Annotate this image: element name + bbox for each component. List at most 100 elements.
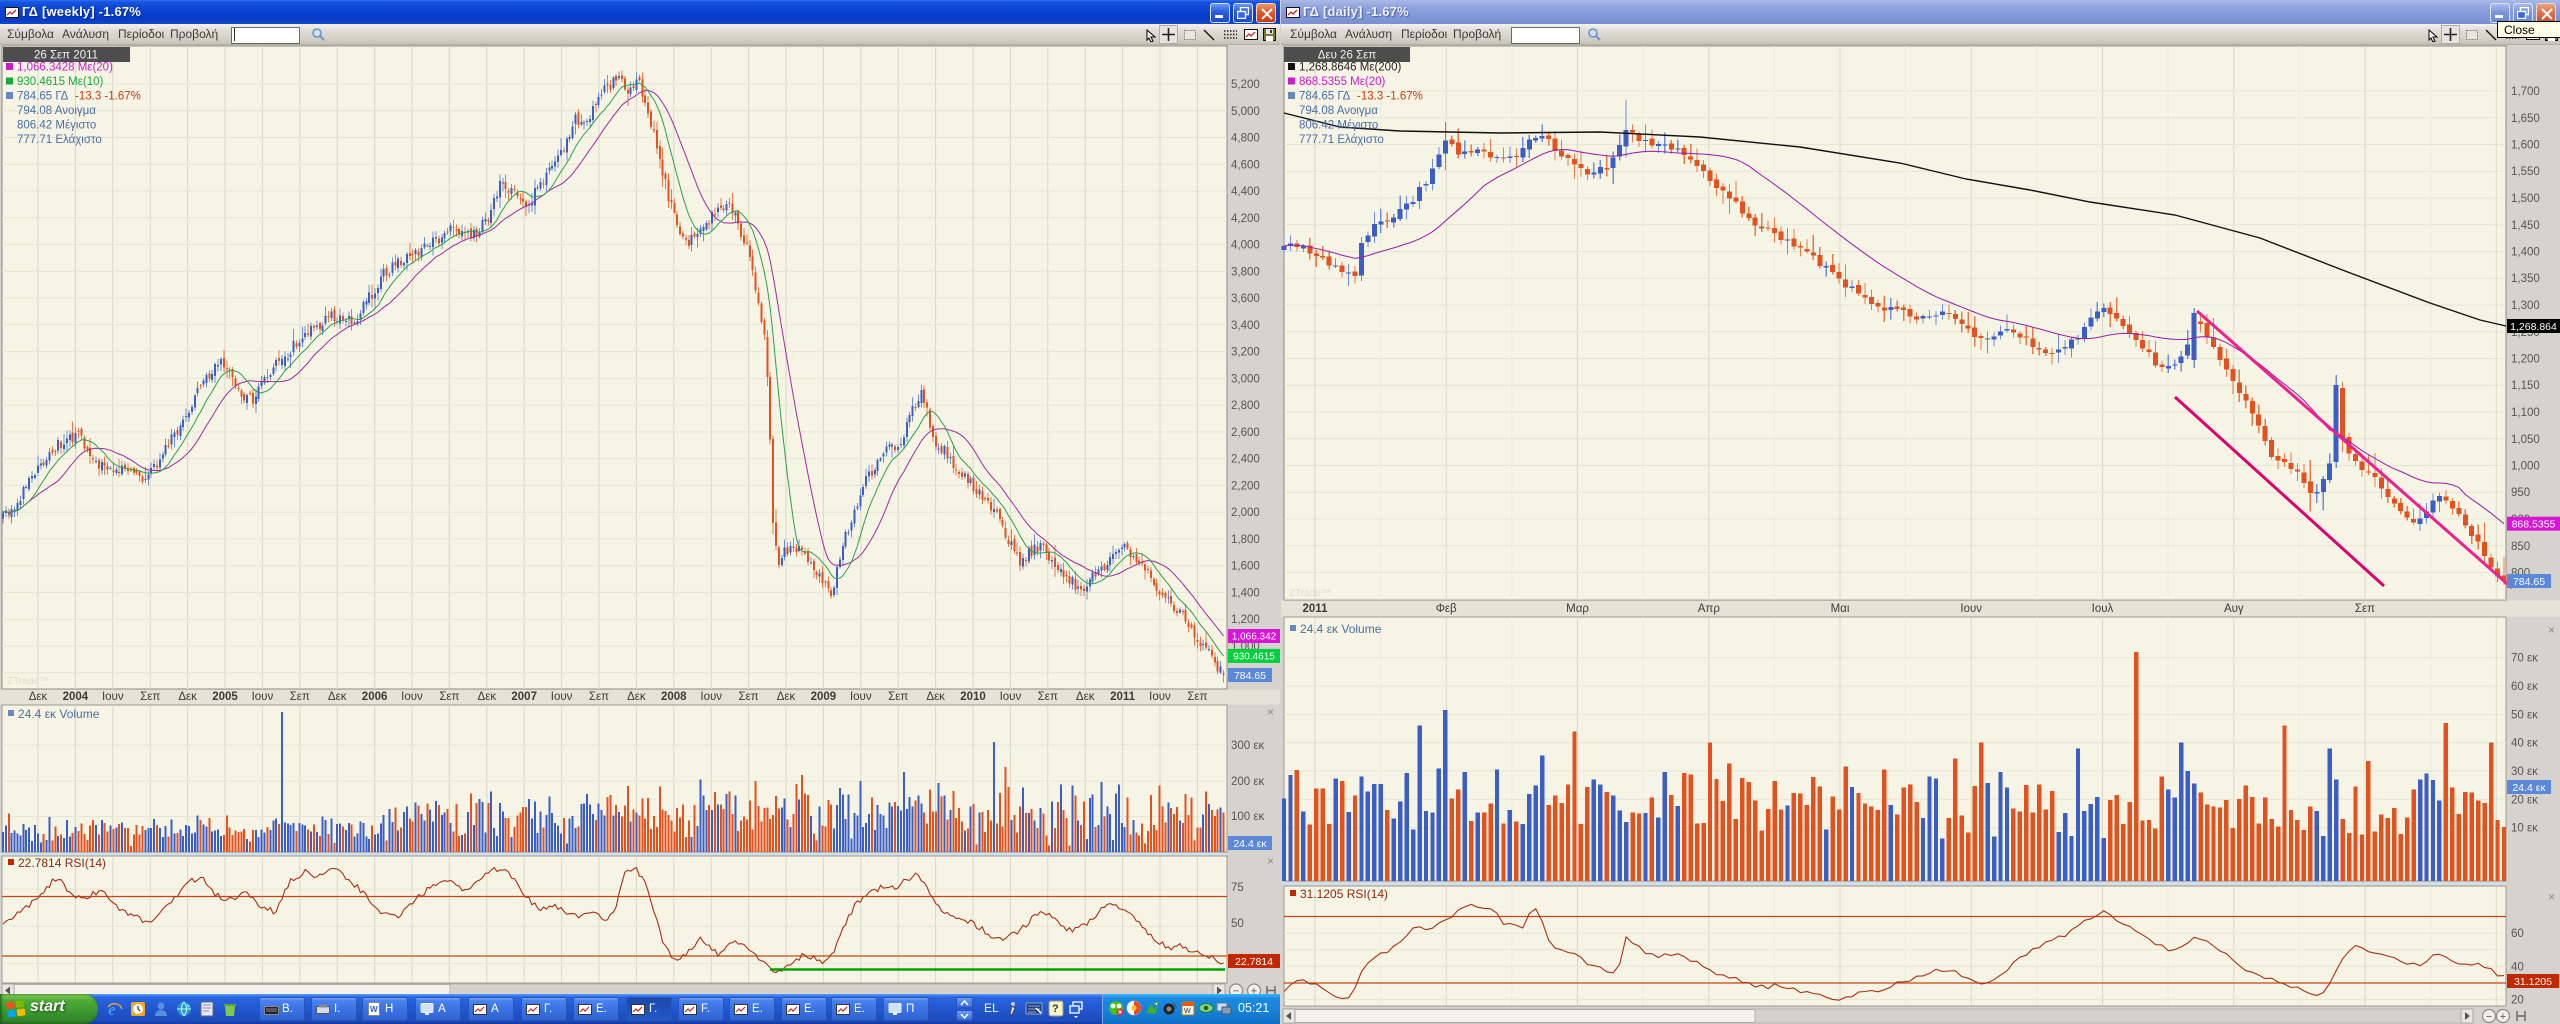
svg-text:Δεκ: Δεκ — [328, 691, 347, 703]
svg-text:Ιουν: Ιουν — [850, 691, 872, 703]
svg-text:30 εκ: 30 εκ — [2511, 766, 2538, 778]
svg-text:3,200: 3,200 — [1231, 347, 1260, 359]
svg-text:950: 950 — [2511, 487, 2530, 499]
svg-text:930.4615 Με(10): 930.4615 Με(10) — [17, 76, 103, 88]
svg-text:+: + — [2500, 1011, 2506, 1023]
svg-text:300 εκ: 300 εκ — [1231, 740, 1265, 752]
svg-text:1,600: 1,600 — [2511, 140, 2540, 152]
svg-text:4,600: 4,600 — [1231, 159, 1260, 171]
svg-text:?: ? — [1052, 1003, 1059, 1015]
svg-text:1,700: 1,700 — [2511, 86, 2540, 98]
svg-text:Δεκ: Δεκ — [1076, 691, 1095, 703]
svg-text:Ιουν: Ιουν — [551, 691, 573, 703]
svg-text:1,450: 1,450 — [2511, 220, 2540, 232]
svg-text:Δεκ: Δεκ — [478, 691, 497, 703]
svg-text:W: W — [370, 1005, 378, 1014]
svg-text:Φεβ: Φεβ — [1436, 603, 1457, 615]
svg-text:4,000: 4,000 — [1231, 240, 1260, 252]
svg-text:Δεκ: Δεκ — [627, 691, 646, 703]
svg-text:24.4 εκ Volume: 24.4 εκ Volume — [18, 707, 100, 721]
svg-text:1,268.8646 Με(200): 1,268.8646 Με(200) — [1299, 62, 1401, 74]
svg-text:784.65 ΓΔ: 784.65 ΓΔ — [17, 91, 69, 103]
svg-text:26 Σεπ 2011: 26 Σεπ 2011 — [34, 50, 98, 62]
svg-text:Μαι: Μαι — [1831, 603, 1850, 615]
svg-text:784.65 ΓΔ: 784.65 ΓΔ — [1299, 91, 1351, 103]
svg-text:1,400: 1,400 — [2511, 247, 2540, 259]
svg-text:1,050: 1,050 — [2511, 434, 2540, 446]
svg-text:200 εκ: 200 εκ — [1231, 776, 1265, 788]
svg-text:Σεπ: Σεπ — [1187, 691, 1207, 703]
svg-text:2,800: 2,800 — [1231, 400, 1260, 412]
svg-text:2009: 2009 — [811, 691, 837, 703]
svg-text:1,066.342: 1,066.342 — [1232, 632, 1277, 643]
svg-text:930.4615: 930.4615 — [1233, 652, 1275, 663]
svg-text:Ιουν: Ιουν — [1000, 691, 1022, 703]
svg-text:Ιουν: Ιουν — [401, 691, 423, 703]
svg-text:100 εκ: 100 εκ — [1231, 811, 1265, 823]
svg-text:1,400: 1,400 — [1231, 587, 1260, 599]
svg-text:Σεπ: Σεπ — [2355, 603, 2375, 615]
svg-text:Δεκ: Δεκ — [926, 691, 945, 703]
svg-text:Δεκ: Δεκ — [777, 691, 796, 703]
svg-text:4,800: 4,800 — [1231, 133, 1260, 145]
svg-text:868.5355: 868.5355 — [2512, 519, 2556, 531]
svg-text:1,600: 1,600 — [1231, 561, 1260, 573]
svg-text:2,200: 2,200 — [1231, 480, 1260, 492]
svg-text:Σεπ: Σεπ — [1038, 691, 1058, 703]
svg-text:1,500: 1,500 — [2511, 193, 2540, 205]
svg-text:Σεπ: Σεπ — [739, 691, 759, 703]
svg-text:e: e — [108, 1000, 116, 1018]
svg-text:24.4 εκ: 24.4 εκ — [1233, 838, 1267, 850]
svg-text:×: × — [2548, 623, 2555, 637]
svg-text:50: 50 — [1231, 918, 1244, 930]
svg-text:24.4 εκ: 24.4 εκ — [2512, 782, 2546, 794]
svg-text:Σεπ: Σεπ — [290, 691, 310, 703]
svg-text:Ιουλ: Ιουλ — [2092, 603, 2114, 615]
svg-text:×: × — [2548, 890, 2555, 904]
svg-text:Ιουν: Ιουν — [1149, 691, 1171, 703]
svg-text:3,800: 3,800 — [1231, 266, 1260, 278]
svg-text:784.65: 784.65 — [1234, 670, 1266, 682]
svg-text:50 εκ: 50 εκ — [2511, 709, 2538, 721]
svg-text:22.7814: 22.7814 — [1235, 956, 1273, 968]
svg-text:Δεκ: Δεκ — [178, 691, 197, 703]
svg-text:24.4 εκ Volume: 24.4 εκ Volume — [1300, 622, 1382, 636]
svg-text:3,400: 3,400 — [1231, 320, 1260, 332]
svg-text:60 εκ: 60 εκ — [2511, 681, 2538, 693]
svg-text:W: W — [1184, 1008, 1191, 1015]
svg-text:Ιουν: Ιουν — [102, 691, 124, 703]
svg-text:Ιουν: Ιουν — [252, 691, 274, 703]
svg-text:2008: 2008 — [661, 691, 687, 703]
svg-text:31.1205 RSI(14): 31.1205 RSI(14) — [1300, 887, 1388, 901]
svg-text:1,200: 1,200 — [2511, 354, 2540, 366]
svg-text:1,650: 1,650 — [2511, 113, 2540, 125]
svg-text:Δεκ: Δεκ — [29, 691, 48, 703]
svg-text:1,066.3428 Με(20): 1,066.3428 Με(20) — [17, 62, 113, 74]
svg-text:1,800: 1,800 — [1231, 534, 1260, 546]
svg-text:22.7814 RSI(14): 22.7814 RSI(14) — [18, 856, 106, 870]
svg-text:75: 75 — [1231, 882, 1244, 894]
svg-text:31.1205: 31.1205 — [2514, 976, 2552, 988]
svg-text:1,350: 1,350 — [2511, 273, 2540, 285]
svg-text:70 εκ: 70 εκ — [2511, 653, 2538, 665]
svg-text:−: − — [2486, 1011, 2492, 1023]
svg-text:806.42 Μέγιστο: 806.42 Μέγιστο — [1299, 120, 1378, 132]
svg-text:60: 60 — [2511, 928, 2524, 940]
svg-text:2006: 2006 — [362, 691, 388, 703]
svg-text:1,200: 1,200 — [1231, 614, 1260, 626]
svg-text:Απρ: Απρ — [1698, 603, 1721, 615]
svg-text:5,000: 5,000 — [1231, 106, 1260, 118]
svg-text:Σεπ: Σεπ — [888, 691, 908, 703]
svg-text:10 εκ: 10 εκ — [2511, 823, 2538, 835]
svg-text:784.65: 784.65 — [2513, 576, 2545, 588]
svg-text:ZTrade™: ZTrade™ — [7, 676, 49, 687]
svg-text:Μαρ: Μαρ — [1566, 603, 1589, 615]
svg-text:Σεπ: Σεπ — [439, 691, 459, 703]
svg-text:20: 20 — [2511, 995, 2524, 1007]
svg-text:2,000: 2,000 — [1231, 507, 1260, 519]
svg-text:Αυγ: Αυγ — [2224, 603, 2244, 615]
svg-text:40 εκ: 40 εκ — [2511, 738, 2538, 750]
svg-text:2007: 2007 — [511, 691, 537, 703]
svg-text:5,200: 5,200 — [1231, 79, 1260, 91]
svg-text:806.42 Μέγιστο: 806.42 Μέγιστο — [17, 120, 96, 132]
